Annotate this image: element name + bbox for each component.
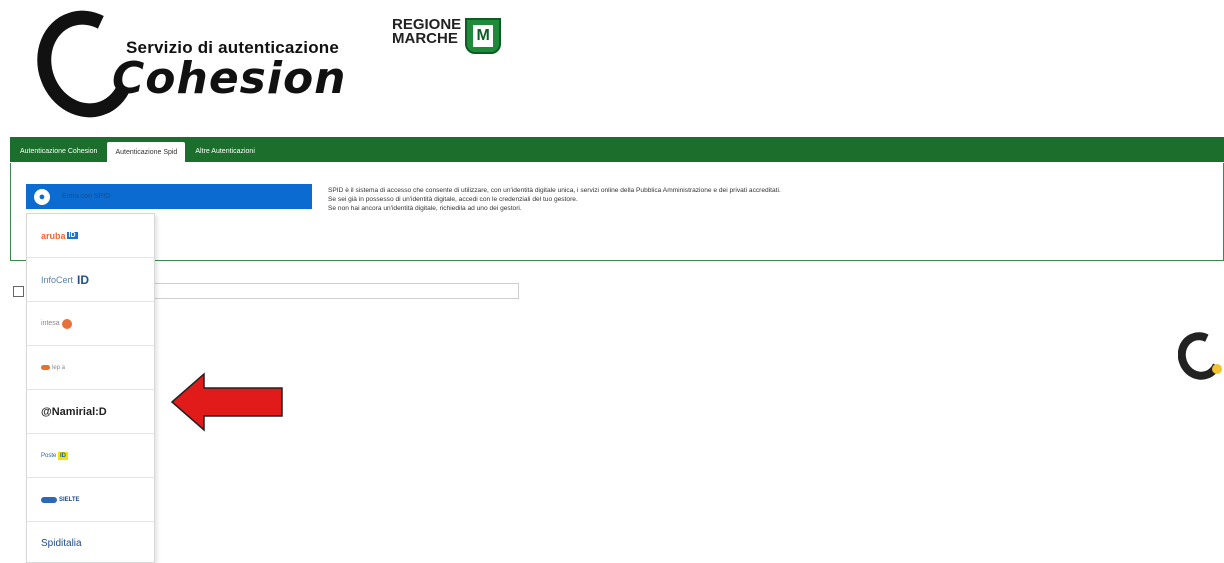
provider-lepida[interactable]: lep a <box>27 346 154 390</box>
spid-description: SPID è il sistema di accesso che consent… <box>328 186 781 213</box>
region-shield-icon: M <box>465 18 502 54</box>
spid-login-button[interactable]: ● Entra con SPID <box>26 184 312 209</box>
tab-autenticazione-cohesion[interactable]: Autenticazione Cohesion <box>12 141 105 162</box>
provider-sielte[interactable]: SIELTE <box>27 478 154 522</box>
provider-spiditalia[interactable]: Spiditalia <box>27 522 154 562</box>
sielte-mark-icon <box>41 496 57 503</box>
auth-tabbar: Autenticazione Cohesion Autenticazione S… <box>10 137 1224 162</box>
cohesion-side-logo-icon <box>1178 332 1224 382</box>
provider-infocert[interactable]: InfoCert ID <box>27 258 154 302</box>
region-emblem: M <box>473 25 494 47</box>
page-header: Servizio di autenticazione Cohesion REGI… <box>0 0 1224 132</box>
red-arrow-icon <box>170 372 283 432</box>
spid-info-line: Se sei già in possesso di un'identità di… <box>328 196 578 203</box>
spid-info-line: Se non hai ancora un'identità digitale, … <box>328 205 522 212</box>
user-icon: ● <box>34 188 50 205</box>
text-field[interactable] <box>151 283 519 299</box>
spid-info-line: SPID è il sistema di accesso che consent… <box>328 187 781 194</box>
cohesion-wordmark: Cohesion <box>112 53 347 104</box>
checkbox[interactable] <box>13 286 24 297</box>
tab-altre-autenticazioni[interactable]: Altre Autenticazioni <box>187 141 263 162</box>
regione-marche-logo: REGIONE MARCHE M <box>392 17 502 54</box>
tab-autenticazione-spid[interactable]: Autenticazione Spid <box>107 142 186 162</box>
spid-provider-dropdown: aruba ID InfoCert ID intesa lep a @Namiria… <box>26 213 155 563</box>
lepida-mark-icon <box>41 365 50 370</box>
spid-button-label: Entra con SPID <box>62 193 111 200</box>
provider-aruba[interactable]: aruba ID <box>27 214 154 258</box>
provider-poste[interactable]: Poste ID <box>27 434 154 478</box>
provider-namirial[interactable]: @Namirial:D <box>27 390 154 434</box>
intesa-dot-icon <box>61 318 72 329</box>
provider-intesa[interactable]: intesa <box>27 302 154 346</box>
region-line-2: MARCHE <box>392 30 458 47</box>
